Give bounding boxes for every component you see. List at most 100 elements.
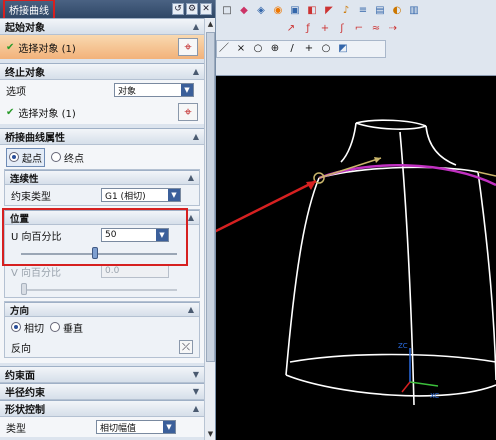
svg-text:ZC: ZC — [398, 342, 408, 350]
constraint-type-dropdown[interactable]: G1 (相切) ▼ — [101, 188, 181, 202]
section-radius-constraint[interactable]: 半径约束 ▼ — [0, 383, 204, 400]
radius-constraint-label: 半径约束 — [5, 388, 45, 399]
direction-radio-group: 相切 垂直 — [5, 317, 199, 337]
dialog-body: 起始对象 ▲ ✔ 选择对象 (1) ⌖ 终止对象 ▲ 选项 对象 ▼ ✔ 选择对… — [0, 18, 204, 440]
direction-group: 方向 ▲ 相切 垂直 反向 ⤫ — [4, 301, 200, 358]
option-field: 选项 对象 ▼ — [0, 80, 204, 100]
tangent-vector-end — [477, 171, 496, 177]
start-object-select-row[interactable]: ✔ 选择对象 (1) ⌖ — [0, 35, 204, 59]
v-percent-input: 0.0 — [101, 264, 169, 278]
tangent-radio[interactable]: 相切 — [11, 320, 44, 335]
constraint-type-value: G1 (相切) — [105, 191, 146, 202]
section-start-object[interactable]: 起始对象 ▲ — [0, 18, 204, 35]
svg-text:XC: XC — [430, 392, 439, 400]
v-percent-slider — [11, 281, 193, 297]
section-shape-control[interactable]: 形状控制 ▲ — [0, 400, 204, 417]
start-select-label: 选择对象 (1) — [18, 43, 76, 55]
axis-triad-icon: ZC XC — [398, 342, 439, 400]
shape-type-value: 相切幅值 — [100, 423, 137, 434]
chevron-up-icon[interactable]: ▲ — [193, 22, 199, 31]
scrollbar-thumb[interactable] — [206, 32, 215, 362]
bridge-curve-dialog: 桥接曲线 ↺ ⚙ ✕ 起始对象 ▲ ✔ 选择对象 (1) ⌖ 终止对象 ▲ 选项… — [0, 0, 216, 440]
neck-right-edge — [425, 125, 457, 166]
gear-icon[interactable]: ⚙ — [186, 3, 198, 15]
continuity-label: 连续性 — [10, 173, 39, 185]
chevron-down-icon[interactable]: ▼ — [163, 421, 175, 433]
slider-knob — [21, 283, 27, 295]
dialog-titlebar: 桥接曲线 ↺ ⚙ ✕ — [0, 0, 215, 20]
body-front-seam — [399, 131, 415, 406]
end-object-select-row[interactable]: ✔ 选择对象 (1) ⌖ — [0, 100, 204, 124]
model-wireframe: ZC XC — [216, 119, 496, 406]
section-bridge-props-label: 桥接曲线属性 — [5, 133, 65, 144]
position-group: 位置 ▲ U 向百分比 50 ▼ V 向百分比 0.0 — [2, 208, 200, 298]
vertical-radio[interactable]: 垂直 — [50, 320, 83, 335]
tangent-vector-start — [318, 157, 382, 179]
reverse-direction-icon[interactable]: ⤫ — [179, 340, 193, 354]
tangent-label: 相切 — [24, 323, 44, 335]
start-point-radio[interactable]: 起点 — [6, 147, 45, 167]
shoulder-line — [318, 166, 479, 179]
chevron-up-icon[interactable]: ▲ — [188, 173, 194, 182]
section-continuity[interactable]: 连续性 ▲ — [5, 170, 199, 185]
constraint-type-label: 约束类型 — [11, 191, 51, 203]
direction-label: 方向 — [10, 305, 30, 317]
chevron-down-icon[interactable]: ▼ — [193, 387, 199, 396]
chevron-down-icon[interactable]: ▼ — [193, 370, 199, 379]
section-end-object[interactable]: 终止对象 ▲ — [0, 63, 204, 80]
section-start-object-label: 起始对象 — [5, 23, 45, 34]
bridge-props-body: 起点 终点 连续性 ▲ 约束类型 G1 (相切) ▼ 位置 ▲ U 向百分比 5… — [0, 145, 204, 363]
section-end-object-label: 终止对象 — [5, 68, 45, 79]
bridge-curve — [318, 164, 496, 187]
chevron-up-icon[interactable]: ▲ — [193, 404, 199, 413]
select-object-crosshair-icon[interactable]: ⌖ — [178, 38, 198, 56]
chevron-up-icon[interactable]: ▲ — [188, 213, 194, 222]
chevron-down-icon[interactable]: ▼ — [181, 84, 193, 96]
close-icon[interactable]: ✕ — [200, 3, 212, 15]
chevron-up-icon[interactable]: ▲ — [193, 132, 199, 141]
radio-unselected-icon — [50, 322, 60, 332]
hem-back — [289, 353, 496, 363]
neck-top-rim — [355, 122, 427, 130]
end-point-label: 终点 — [64, 153, 84, 165]
vertical-label: 垂直 — [63, 323, 83, 335]
constraint-type-field: 约束类型 G1 (相切) ▼ — [5, 185, 199, 205]
chevron-up-icon[interactable]: ▲ — [188, 305, 194, 314]
graphics-viewport[interactable]: □ ◆ ◈ ◉ ▣ ◧ ◤ ♪ ≡ ▤ ◐ ▥ ↗ ƒ + ʃ ⌐ ≈ ⇢ ／ … — [216, 0, 496, 440]
end-select-label: 选择对象 (1) — [18, 108, 76, 120]
shape-type-label: 类型 — [6, 423, 26, 435]
section-direction[interactable]: 方向 ▲ — [5, 302, 199, 317]
section-constraint-faces[interactable]: 约束面 ▼ — [0, 366, 204, 383]
scroll-up-icon[interactable]: ▲ — [206, 19, 215, 29]
hem-front — [285, 374, 496, 397]
radio-unselected-icon — [51, 152, 61, 162]
slider-track — [21, 289, 177, 291]
radio-selected-icon — [9, 152, 19, 162]
start-point-label: 起点 — [22, 153, 42, 165]
reverse-label: 反向 — [11, 343, 31, 355]
shape-type-dropdown[interactable]: 相切幅值 ▼ — [96, 420, 176, 434]
reset-icon[interactable]: ↺ — [172, 3, 184, 15]
chevron-up-icon[interactable]: ▲ — [193, 67, 199, 76]
highlight-box — [2, 208, 188, 266]
shape-type-field: 类型 相切幅值 ▼ — [0, 417, 204, 437]
body-left-edge — [285, 177, 320, 376]
option-label: 选项 — [6, 86, 26, 98]
section-bridge-props[interactable]: 桥接曲线属性 ▲ — [0, 128, 204, 145]
option-value: 对象 — [118, 86, 137, 97]
select-object-crosshair-icon[interactable]: ⌖ — [178, 103, 198, 121]
dialog-scrollbar[interactable]: ▲ ▼ — [204, 18, 215, 440]
neck-left-edge — [340, 122, 357, 163]
continuity-group: 连续性 ▲ 约束类型 G1 (相切) ▼ — [4, 169, 200, 206]
option-dropdown[interactable]: 对象 ▼ — [114, 83, 194, 97]
scroll-down-icon[interactable]: ▼ — [206, 429, 215, 439]
check-icon: ✔ — [6, 106, 15, 118]
radio-selected-icon — [11, 322, 21, 332]
body-right-edge — [477, 171, 496, 381]
dialog-title: 桥接曲线 — [3, 0, 55, 20]
chevron-down-icon[interactable]: ▼ — [168, 189, 180, 201]
v-percent-value: 0.0 — [105, 266, 120, 276]
shape-control-label: 形状控制 — [5, 405, 45, 416]
end-point-radio[interactable]: 终点 — [51, 150, 84, 165]
arrowhead-start-icon — [374, 157, 381, 163]
